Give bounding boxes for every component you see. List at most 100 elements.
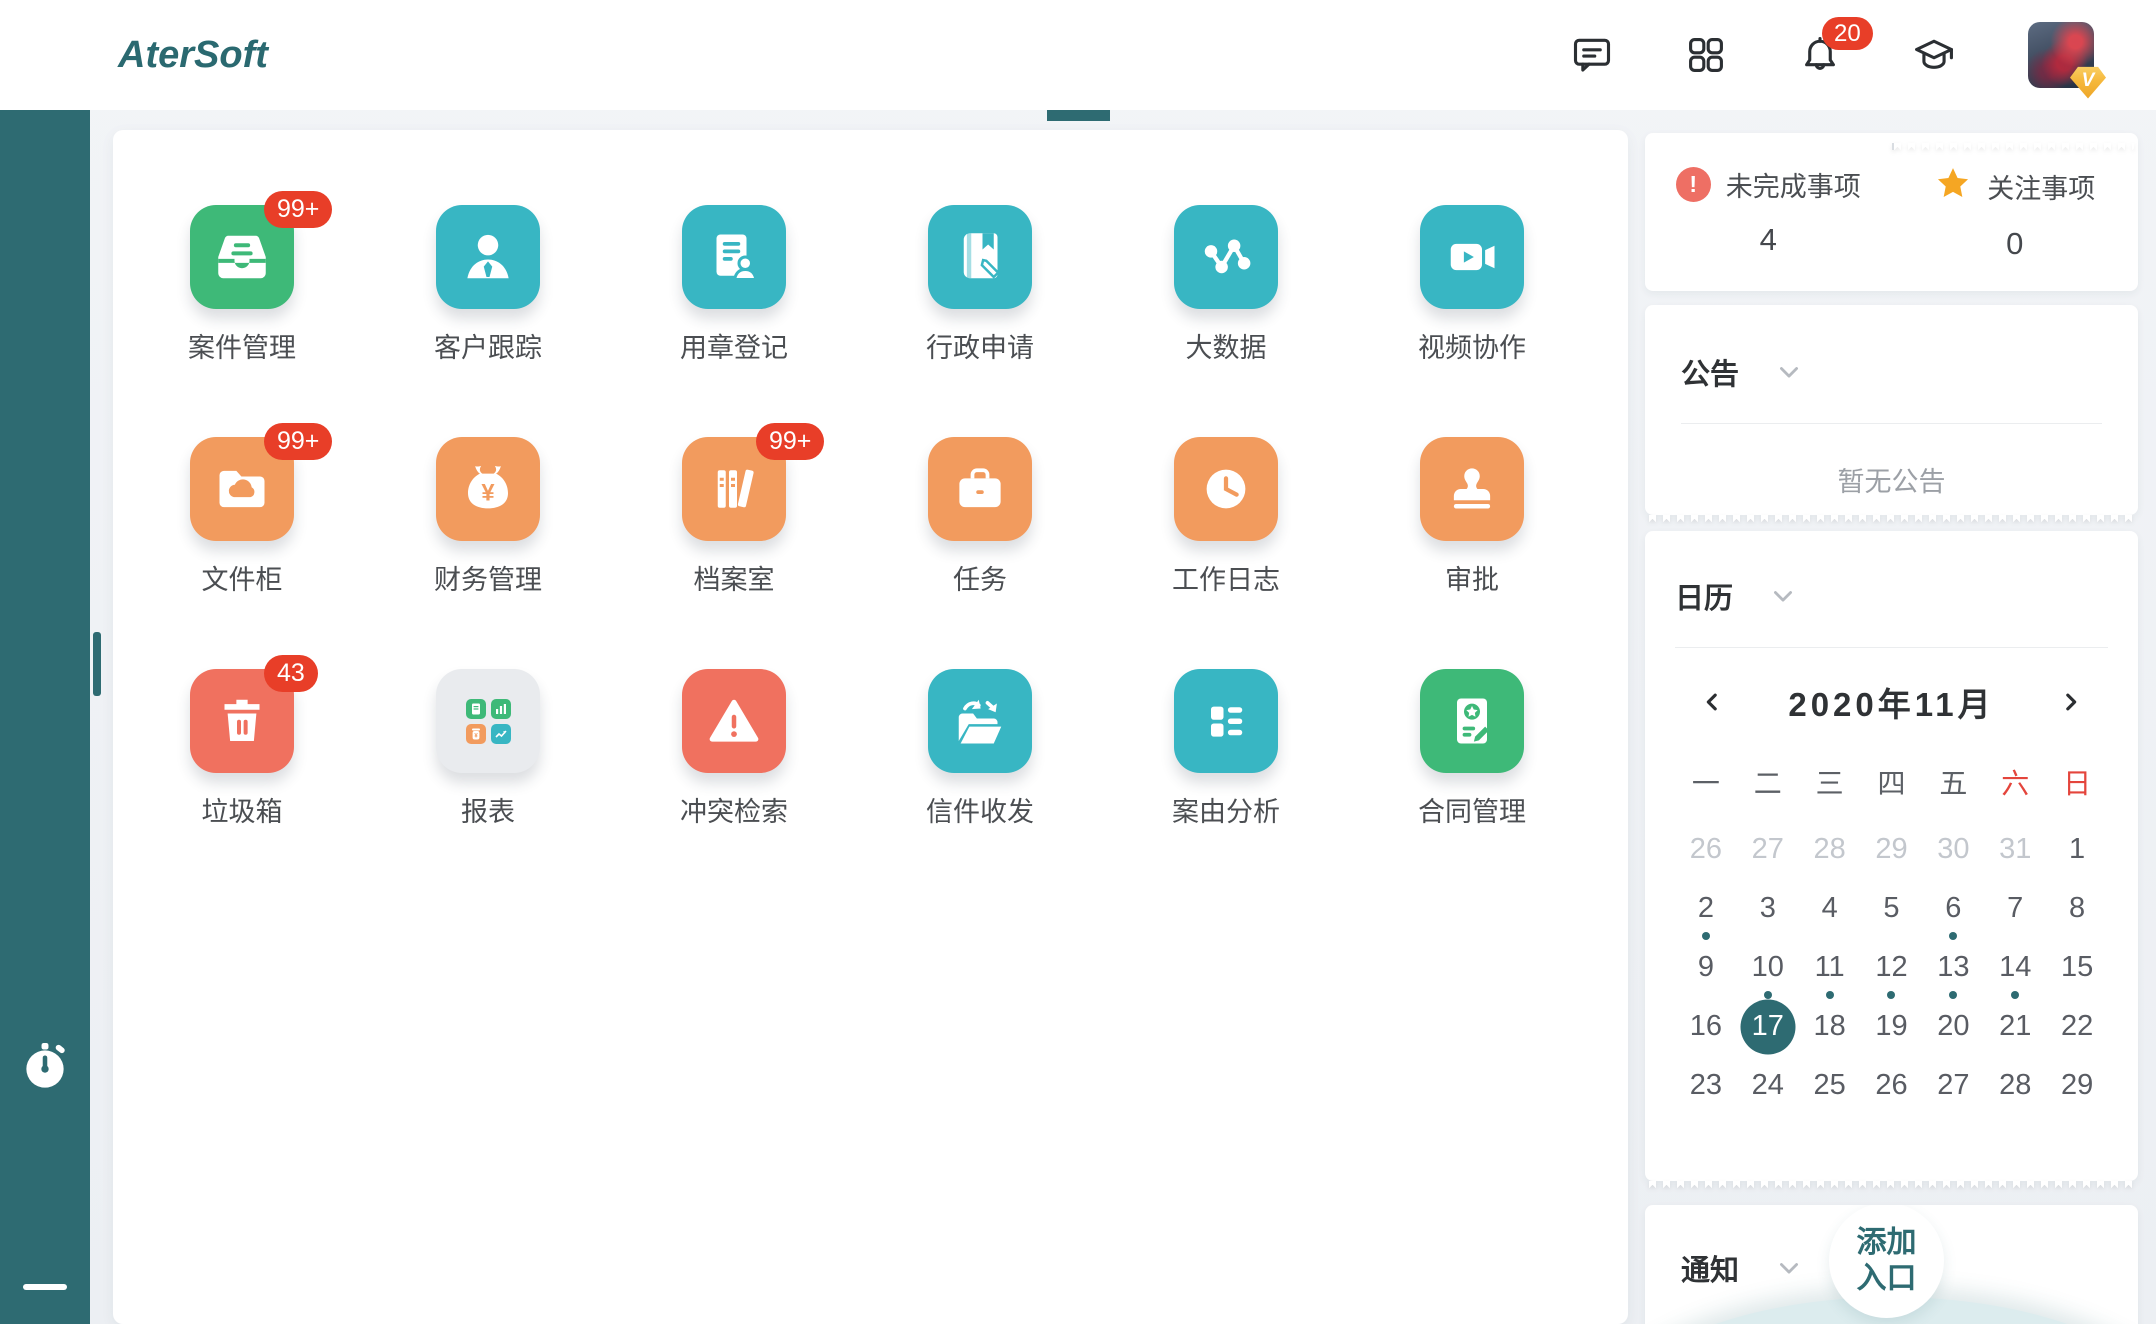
chevron-down-icon[interactable] [1775, 1254, 1803, 1282]
app-item: 客户跟踪 [436, 205, 540, 437]
calendar-day[interactable]: 26 [1861, 1056, 1923, 1115]
list-layout-icon [1196, 691, 1256, 751]
count-badge: 99+ [264, 191, 332, 228]
calendar-day[interactable]: 15 [2046, 938, 2108, 997]
calendar-day[interactable]: 9 [1675, 938, 1737, 997]
warning-icon [704, 691, 764, 751]
user-avatar-wrap: V [2028, 22, 2094, 88]
top-header: AterSoft 20 [0, 0, 2156, 110]
app-tile[interactable] [1420, 205, 1524, 309]
stopwatch-icon[interactable] [0, 1040, 90, 1092]
calendar-day[interactable]: 6 [1922, 879, 1984, 938]
calendar-day[interactable]: 31 [1984, 820, 2046, 879]
app-tile[interactable] [436, 205, 540, 309]
app-tile[interactable] [928, 437, 1032, 541]
calendar-day[interactable]: 23 [1675, 1056, 1737, 1115]
app-label: 审批 [1445, 558, 1499, 597]
header-actions: 20 V [1570, 0, 2094, 110]
calendar-day[interactable]: 20 [1922, 997, 1984, 1056]
clock-icon [1196, 459, 1256, 519]
calendar-day[interactable]: 10 [1737, 938, 1799, 997]
calendar-day[interactable]: 28 [1799, 820, 1861, 879]
calendar-day[interactable]: 21 [1984, 997, 2046, 1056]
app-tile[interactable] [1174, 437, 1278, 541]
prev-month-button[interactable] [1697, 685, 1727, 719]
app-item: 信件收发 [928, 669, 1032, 901]
app-item: 43 垃圾箱 [190, 669, 294, 901]
calendar-day[interactable]: 3 [1737, 879, 1799, 938]
folder-cloud-icon [212, 459, 272, 519]
next-month-button[interactable] [2056, 685, 2086, 719]
calendar-day[interactable]: 18 [1799, 997, 1861, 1056]
calendar-day[interactable]: 13 [1922, 938, 1984, 997]
messages-icon[interactable] [1570, 33, 1614, 77]
app-tile[interactable]: 99+ [190, 437, 294, 541]
weekday-label: 一 [1675, 762, 1737, 802]
dashboard-page: AterSoft 20 [0, 0, 2156, 1324]
calendar-day[interactable]: 7 [1984, 879, 2046, 938]
calendar-day[interactable]: 22 [2046, 997, 2108, 1056]
calendar-day[interactable]: 8 [2046, 879, 2108, 938]
calendar-day[interactable]: 30 [1922, 820, 1984, 879]
collapse-handle[interactable] [23, 1284, 67, 1290]
calendar-day[interactable]: 16 [1675, 997, 1737, 1056]
stat-value: 4 [1760, 222, 1777, 258]
apps-panel: 99+ 案件管理 客户跟踪 用章登记 行政申请 大数据 视频协作 [113, 130, 1628, 1324]
calendar-day[interactable]: 25 [1799, 1056, 1861, 1115]
stat-followed[interactable]: 关注事项 0 [1892, 133, 2139, 291]
app-item: 用章登记 [682, 205, 786, 437]
calendar-day-selected[interactable]: 17 [1737, 997, 1799, 1056]
app-tile[interactable] [928, 205, 1032, 309]
app-label: 垃圾箱 [202, 790, 283, 829]
learning-cap-icon[interactable] [1912, 33, 1956, 77]
money-bag-icon: ¥ [458, 459, 518, 519]
calendar-day[interactable]: 14 [1984, 938, 2046, 997]
notifications-bell-icon[interactable]: 20 [1798, 33, 1842, 77]
calendar-day[interactable]: 19 [1861, 997, 1923, 1056]
app-tile[interactable]: 43 [190, 669, 294, 773]
announcement-card: 公告 暂无公告 [1645, 305, 2138, 515]
app-tile[interactable]: 99+ [190, 205, 294, 309]
announcement-title: 公告 [1681, 351, 1739, 393]
app-tile[interactable]: ¥ [436, 437, 540, 541]
calendar-day[interactable]: 26 [1675, 820, 1737, 879]
apps-grid-icon[interactable] [1684, 33, 1728, 77]
chevron-down-icon[interactable] [1775, 358, 1803, 386]
video-camera-icon [1442, 227, 1502, 287]
app-tile[interactable] [682, 205, 786, 309]
app-tile[interactable]: 99+ [682, 437, 786, 541]
calendar-day[interactable]: 1 [2046, 820, 2108, 879]
calendar-day[interactable]: 11 [1799, 938, 1861, 997]
app-tile[interactable] [1174, 205, 1278, 309]
panel-drag-handle[interactable] [93, 632, 101, 696]
app-tile[interactable] [928, 669, 1032, 773]
app-item: 审批 [1420, 437, 1524, 669]
calendar-day[interactable]: 5 [1861, 879, 1923, 938]
app-tile[interactable] [1174, 669, 1278, 773]
app-tile[interactable]: ¥ [436, 669, 540, 773]
stat-label: 关注事项 [1987, 167, 2095, 206]
app-label: 冲突检索 [680, 790, 788, 829]
active-tab-indicator[interactable] [1047, 110, 1110, 121]
stat-label: 未完成事项 [1726, 165, 1861, 204]
calendar-day[interactable]: 24 [1737, 1056, 1799, 1115]
count-badge: 99+ [756, 423, 824, 460]
app-item: 视频协作 [1420, 205, 1524, 437]
calendar-day[interactable]: 12 [1861, 938, 1923, 997]
app-item: 冲突检索 [682, 669, 786, 901]
app-label: 信件收发 [926, 790, 1034, 829]
app-tile[interactable] [1420, 669, 1524, 773]
calendar-day[interactable]: 29 [2046, 1056, 2108, 1115]
app-tile[interactable] [682, 669, 786, 773]
calendar-day[interactable]: 29 [1861, 820, 1923, 879]
calendar-day[interactable]: 4 [1799, 879, 1861, 938]
app-tile[interactable] [1420, 437, 1524, 541]
calendar-day[interactable]: 27 [1737, 820, 1799, 879]
calendar-day[interactable]: 28 [1984, 1056, 2046, 1115]
chevron-down-icon[interactable] [1769, 582, 1797, 610]
app-label: 案件管理 [188, 326, 296, 365]
calendar-day[interactable]: 2 [1675, 879, 1737, 938]
mail-folder-icon [950, 691, 1010, 751]
stat-unfinished[interactable]: 未完成事项 4 [1645, 133, 1892, 291]
calendar-day[interactable]: 27 [1922, 1056, 1984, 1115]
